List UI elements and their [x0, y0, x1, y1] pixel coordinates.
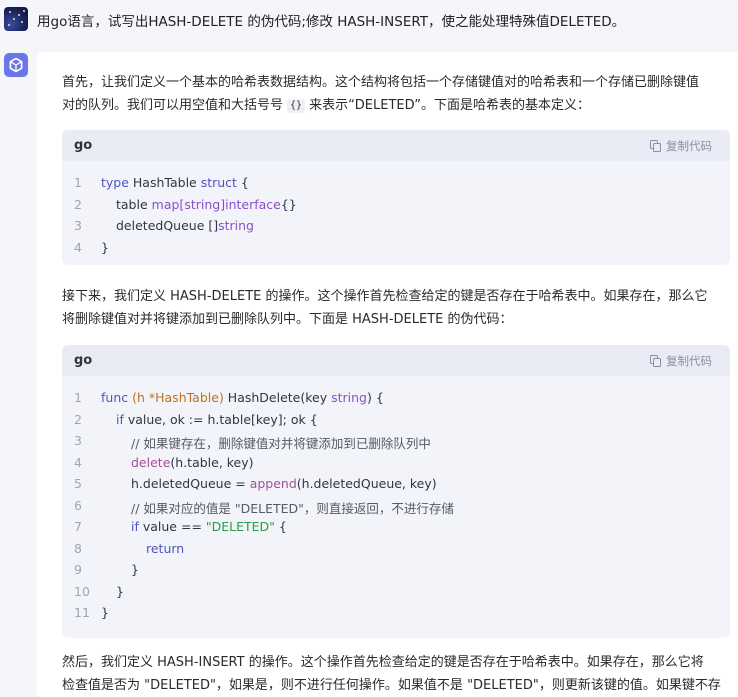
user-avatar — [4, 7, 28, 31]
paragraph-line: 首先，让我们定义一个基本的哈希表数据结构。这个结构将包括一个存储键值对的哈希表和… — [62, 75, 700, 90]
code-block-1: go 复制代码 1 type HashTable struct { 2 tabl… — [62, 130, 730, 265]
paragraph-text: 对的队列。我们可以用空值和大括号号 — [62, 98, 284, 113]
line-number: 2 — [74, 196, 82, 212]
line-number: 3 — [74, 433, 82, 448]
line-number: 4 — [74, 239, 82, 255]
line-number: 10 — [74, 583, 90, 599]
code-token: if — [116, 411, 124, 427]
copy-icon — [650, 355, 661, 367]
line-number: 2 — [74, 411, 82, 427]
code-token: } — [101, 239, 109, 255]
code-token: string — [184, 196, 221, 212]
copy-icon — [650, 140, 661, 152]
line-number: 4 — [74, 454, 82, 470]
code-token: func — [101, 390, 129, 405]
paragraph-line: 检查值是否为 "DELETED"，如果是，则不进行任何操作。如果值不是 "DEL… — [62, 678, 721, 693]
code-block-header: go 复制代码 — [62, 130, 730, 161]
code-language-label: go — [74, 138, 93, 153]
line-number: 5 — [74, 476, 82, 491]
code-token: } — [131, 562, 139, 577]
copy-code-label: 复制代码 — [666, 139, 712, 153]
user-message-text: 用go语言，试写出HASH-DELETE 的伪代码;修改 HASH-INSERT… — [37, 14, 626, 30]
assistant-answer: 首先，让我们定义一个基本的哈希表数据结构。这个结构将包括一个存储键值对的哈希表和… — [37, 52, 738, 697]
code-token: map — [151, 196, 180, 212]
line-number: 1 — [74, 390, 82, 405]
code-token: value == — [138, 519, 206, 534]
code-token: { — [236, 175, 249, 190]
code-token: (h.table, key) — [170, 454, 254, 470]
code-comment: // 如果对应的值是 "DELETED"，则直接返回，不进行存储 — [131, 500, 454, 516]
code-token: table — [116, 196, 152, 212]
code-token: deletedQueue [] — [116, 218, 219, 233]
paragraph-line: 对的队列。我们可以用空值和大括号号{} 来表示“DELETED”。下面是哈希表的基… — [62, 94, 730, 117]
line-number: 9 — [74, 562, 82, 577]
assistant-avatar-icon — [4, 53, 28, 77]
code-block-header: go 复制代码 — [62, 345, 730, 376]
answer-paragraph-3: 然后，我们定义 HASH-INSERT 的操作。这个操作首先检查给定的键是否存在… — [62, 651, 730, 697]
copy-code-button[interactable]: 复制代码 — [650, 138, 712, 154]
paragraph-line: 接下来，我们定义 HASH-DELETE 的操作。这个操作首先检查给定的键是否存… — [62, 289, 708, 304]
paragraph-line: 将删除键值对并将键添加到已删除队列中。下面是 HASH-DELETE 的伪代码： — [62, 312, 513, 327]
code-token: if — [131, 519, 139, 534]
copy-code-button[interactable]: 复制代码 — [650, 353, 712, 369]
code-token: h.deletedQueue = — [131, 476, 250, 491]
paragraph-text: 来表示“DELETED”。下面是哈希表的基本定义： — [309, 98, 591, 113]
code-token: "DELETED" — [205, 519, 275, 534]
code-token: interface — [225, 196, 281, 212]
code-token: delete — [131, 454, 171, 470]
line-number: 6 — [74, 497, 82, 513]
paragraph-line: 然后，我们定义 HASH-INSERT 的操作。这个操作首先检查给定的键是否存在… — [62, 655, 704, 670]
line-number: 8 — [74, 540, 82, 556]
answer-paragraph-1: 首先，让我们定义一个基本的哈希表数据结构。这个结构将包括一个存储键值对的哈希表和… — [62, 71, 730, 117]
code-token: (key — [300, 390, 332, 405]
code-token: (h *HashTable) — [128, 390, 228, 405]
code-token: HashTable — [128, 175, 201, 190]
code-token: value, ok := h.table[key]; ok { — [123, 411, 318, 427]
line-number: 3 — [74, 218, 82, 233]
code-token: append — [249, 476, 297, 491]
answer-paragraph-2: 接下来，我们定义 HASH-DELETE 的操作。这个操作首先检查给定的键是否存… — [62, 285, 730, 331]
code-token: string — [331, 390, 367, 405]
code-token: string — [218, 218, 254, 233]
code-language-label: go — [74, 353, 93, 368]
line-number: 7 — [74, 519, 82, 534]
user-message-row: 用go语言，试写出HASH-DELETE 的伪代码;修改 HASH-INSERT… — [0, 0, 738, 40]
code-token: } — [101, 605, 109, 620]
code-comment: // 如果键存在，删除键值对并将键添加到已删除队列中 — [131, 436, 431, 451]
code-token: ) { — [367, 390, 384, 405]
code-token: } — [116, 583, 124, 599]
line-number: 1 — [74, 175, 82, 190]
line-number: 11 — [74, 605, 90, 620]
code-token: type — [101, 175, 129, 190]
copy-code-label: 复制代码 — [666, 354, 712, 368]
code-token: HashDelete — [227, 390, 301, 405]
code-block-2: go 复制代码 1 func (h *HashTable) HashDelete… — [62, 345, 730, 638]
code-token: { — [274, 519, 287, 534]
code-token: {} — [280, 196, 297, 212]
inline-code: {} — [287, 99, 306, 113]
code-token: struct — [200, 175, 237, 190]
code-token: return — [146, 540, 185, 556]
code-token: (h.deletedQueue, key) — [296, 476, 437, 491]
